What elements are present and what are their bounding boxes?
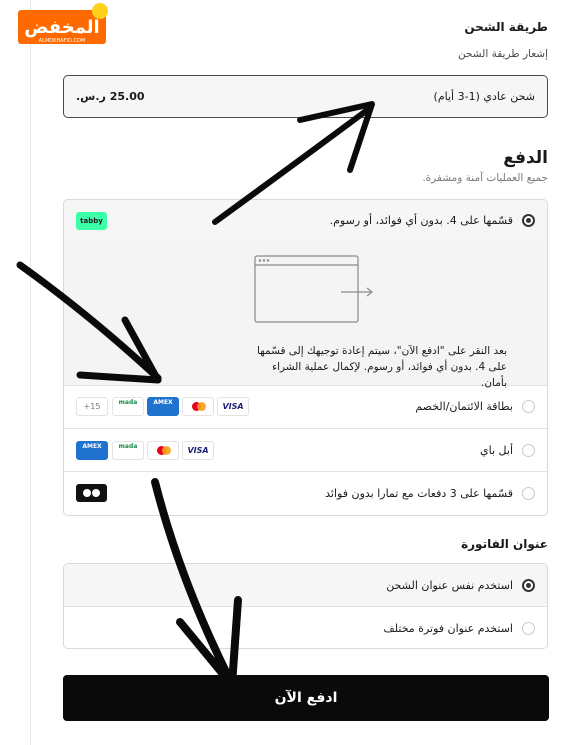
mada-icon: mada: [112, 397, 144, 416]
billing-different-address[interactable]: استخدم عنوان فوترة مختلف: [64, 607, 547, 648]
logo-text: المخفض: [24, 17, 99, 38]
divider: [30, 0, 31, 745]
amex-icon: AMEX: [147, 397, 179, 416]
radio-same-address[interactable]: [522, 579, 535, 592]
radio-apple-pay[interactable]: [522, 444, 535, 457]
more-brands-badge: +15: [76, 397, 108, 416]
different-address-label: استخدم عنوان فوترة مختلف: [383, 622, 513, 635]
tamara-icon: [76, 484, 107, 502]
payment-option-tabby[interactable]: قسّمها على 4. بدون أي فوائد، أو رسوم. ta…: [64, 200, 547, 242]
amex-icon: AMEX: [76, 441, 108, 460]
shipping-title: طريقة الشحن: [464, 20, 548, 34]
redirect-text: بعد النقر على "ادفع الآن"، سيتم إعادة تو…: [256, 345, 507, 389]
payment-title: الدفع: [503, 148, 548, 168]
payment-options: قسّمها على 4. بدون أي فوائد، أو رسوم. ta…: [63, 199, 548, 516]
site-logo: المخفض ALMOKHAFID.COM: [18, 3, 108, 44]
billing-same-address[interactable]: استخدم نفس عنوان الشحن: [64, 564, 547, 607]
mastercard-icon: [147, 441, 179, 460]
payment-option-card[interactable]: بطاقة الائتمان/الخصم VISA AMEX mada +15: [64, 385, 547, 429]
payment-subtitle: جميع العمليات آمنة ومشفرة.: [422, 172, 548, 184]
shipping-notice: إشعار طريقة الشحن: [458, 48, 548, 60]
billing-title: عنوان الفاتورة: [461, 537, 548, 551]
same-address-label: استخدم نفس عنوان الشحن: [386, 579, 513, 592]
visa-icon: VISA: [182, 441, 214, 460]
redirect-info-panel: بعد النقر على "ادفع الآن"، سيتم إعادة تو…: [64, 241, 547, 389]
payment-option-tamara[interactable]: قسّمها على 3 دفعات مع تمارا بدون فوائد: [64, 472, 547, 515]
apple-pay-label: أبل باي: [480, 444, 513, 457]
mada-icon: mada: [112, 441, 144, 460]
payment-option-apple-pay[interactable]: أبل باي VISA mada AMEX: [64, 429, 547, 472]
logo-subtext: ALMOKHAFID.COM: [39, 38, 85, 44]
radio-tabby[interactable]: [522, 214, 535, 227]
mastercard-icon: [182, 397, 214, 416]
shipping-method-price: 25.00 ر.س.: [76, 90, 145, 103]
tamara-label: قسّمها على 3 دفعات مع تمارا بدون فوائد: [325, 487, 513, 500]
pay-now-button[interactable]: ادفع الآن: [63, 675, 549, 721]
visa-icon: VISA: [217, 397, 249, 416]
shipping-method-name: شحن عادي (1-3 أيام): [433, 90, 535, 103]
radio-tamara[interactable]: [522, 487, 535, 500]
radio-card[interactable]: [522, 400, 535, 413]
billing-options: استخدم نفس عنوان الشحن استخدم عنوان فوتر…: [63, 563, 548, 649]
shipping-method-option[interactable]: شحن عادي (1-3 أيام) 25.00 ر.س.: [63, 75, 548, 118]
radio-different-address[interactable]: [522, 622, 535, 635]
browser-redirect-icon: [254, 255, 373, 323]
tabby-badge: tabby: [76, 212, 107, 230]
card-label: بطاقة الائتمان/الخصم: [415, 400, 513, 413]
tabby-label: قسّمها على 4. بدون أي فوائد، أو رسوم.: [329, 214, 513, 227]
